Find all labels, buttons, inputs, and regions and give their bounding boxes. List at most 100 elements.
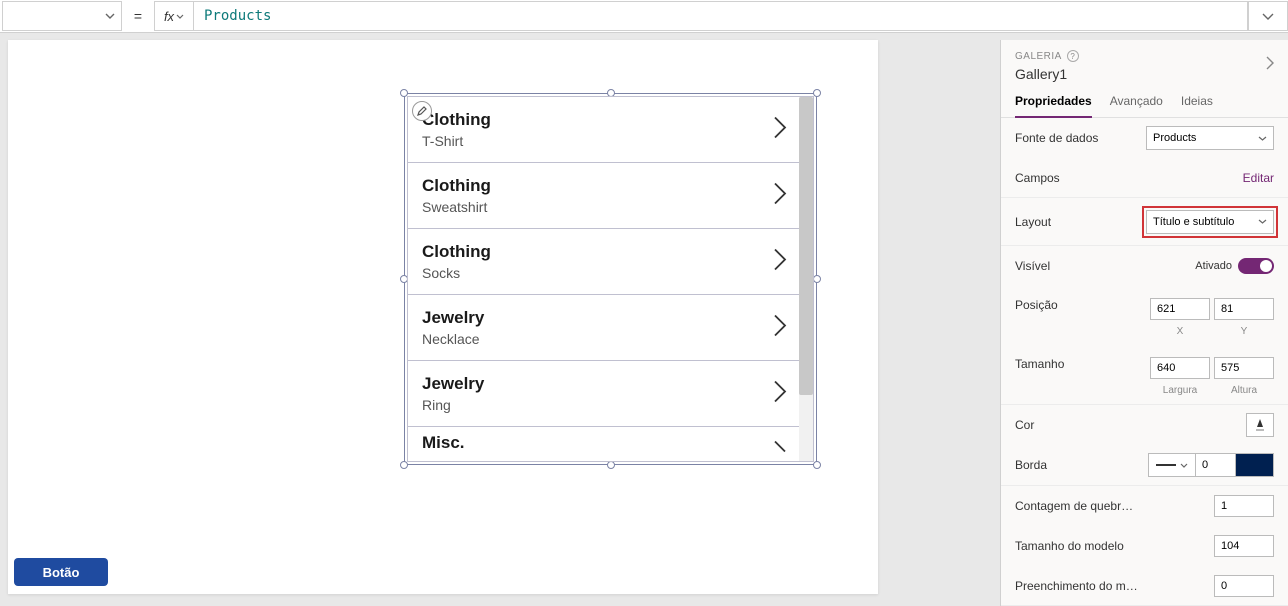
property-dropdown[interactable] xyxy=(2,1,122,31)
gallery-item-subtitle: T-Shirt xyxy=(422,133,785,149)
color-label: Cor xyxy=(1015,418,1246,432)
row-border: Borda xyxy=(1001,445,1288,486)
y-label: Y xyxy=(1214,326,1274,337)
gallery-item-title: Clothing xyxy=(422,110,785,130)
tab-properties[interactable]: Propriedades xyxy=(1015,94,1092,118)
formula-expand-button[interactable] xyxy=(1248,1,1288,31)
tab-ideas[interactable]: Ideias xyxy=(1181,94,1213,117)
gallery-item-subtitle: Necklace xyxy=(422,331,785,347)
template-padding-label: Preenchimento do m… xyxy=(1015,579,1214,593)
equals-sign: = xyxy=(122,8,154,24)
gallery-item-title: Jewelry xyxy=(422,308,785,328)
row-size: Tamanho Largura Altura xyxy=(1001,345,1288,405)
size-height-input[interactable] xyxy=(1214,357,1274,379)
tab-advanced[interactable]: Avançado xyxy=(1110,94,1163,117)
chevron-right-icon[interactable] xyxy=(773,115,787,144)
border-width-input[interactable] xyxy=(1196,453,1236,477)
resize-handle[interactable] xyxy=(400,461,408,469)
layout-label: Layout xyxy=(1015,215,1146,229)
visible-state: Ativado xyxy=(1195,260,1232,272)
panel-body: Fonte de dados Products Campos Editar La… xyxy=(1001,118,1288,606)
gallery-selection[interactable]: Clothing T-Shirt Clothing Sweatshirt Clo… xyxy=(404,93,817,465)
scrollbar[interactable] xyxy=(799,97,813,461)
chevron-down-icon xyxy=(1258,136,1267,141)
canvas[interactable]: Clothing T-Shirt Clothing Sweatshirt Clo… xyxy=(8,40,878,594)
chevron-down-icon xyxy=(1258,219,1267,224)
chevron-right-icon[interactable] xyxy=(773,181,787,210)
size-width-input[interactable] xyxy=(1150,357,1210,379)
position-label: Posição xyxy=(1015,298,1150,312)
fx-button[interactable]: fx xyxy=(154,1,194,31)
gallery-item[interactable]: Clothing Socks xyxy=(408,229,799,295)
resize-handle[interactable] xyxy=(607,461,615,469)
panel-header: GALERIA ? Gallery1 xyxy=(1001,40,1288,86)
position-y-input[interactable] xyxy=(1214,298,1274,320)
visible-toggle[interactable] xyxy=(1238,258,1274,274)
panel-tabs: Propriedades Avançado Ideias xyxy=(1001,86,1288,118)
border-color-swatch[interactable] xyxy=(1236,453,1274,477)
datasource-dropdown[interactable]: Products xyxy=(1146,126,1274,150)
help-icon[interactable]: ? xyxy=(1067,50,1079,62)
chevron-down-icon xyxy=(176,14,184,19)
breadcrumb: GALERIA ? xyxy=(1015,50,1274,62)
template-size-input[interactable] xyxy=(1214,535,1274,557)
gallery-item-title: Clothing xyxy=(422,176,785,196)
control-name: Gallery1 xyxy=(1015,66,1274,82)
button-control[interactable]: Botão xyxy=(14,558,108,586)
gallery-item-subtitle: Ring xyxy=(422,397,785,413)
chevron-right-icon[interactable] xyxy=(773,313,787,342)
row-position: Posição X Y xyxy=(1001,286,1288,345)
gallery-item[interactable]: Jewelry Ring xyxy=(408,361,799,427)
border-label: Borda xyxy=(1015,458,1148,472)
gallery-item[interactable]: Jewelry Necklace xyxy=(408,295,799,361)
gallery-item-subtitle: Socks xyxy=(422,265,785,281)
template-size-label: Tamanho do modelo xyxy=(1015,539,1214,553)
chevron-right-icon[interactable] xyxy=(1266,56,1274,75)
chevron-down-icon xyxy=(105,13,115,19)
gallery-item-title: Jewelry xyxy=(422,374,785,394)
edit-template-icon[interactable] xyxy=(412,101,432,121)
height-label: Altura xyxy=(1214,385,1274,396)
row-wrap-count: Contagem de quebr… xyxy=(1001,486,1288,526)
chevron-down-icon xyxy=(1180,463,1188,468)
resize-handle[interactable] xyxy=(813,89,821,97)
formula-bar: = fx xyxy=(0,0,1288,33)
row-fields: Campos Editar xyxy=(1001,158,1288,198)
gallery-item-title: Clothing xyxy=(422,242,785,262)
properties-panel: GALERIA ? Gallery1 Propriedades Avançado… xyxy=(1000,40,1288,606)
row-template-padding: Preenchimento do m… xyxy=(1001,566,1288,606)
x-label: X xyxy=(1150,326,1210,337)
template-padding-input[interactable] xyxy=(1214,575,1274,597)
layout-dropdown[interactable]: Título e subtítulo xyxy=(1146,210,1274,234)
chevron-right-icon[interactable] xyxy=(773,440,787,459)
position-x-input[interactable] xyxy=(1150,298,1210,320)
width-label: Largura xyxy=(1150,385,1210,396)
row-color: Cor xyxy=(1001,405,1288,445)
scrollbar-thumb[interactable] xyxy=(799,97,813,395)
formula-input[interactable] xyxy=(194,1,1248,31)
gallery-control[interactable]: Clothing T-Shirt Clothing Sweatshirt Clo… xyxy=(407,96,814,462)
gallery-item[interactable]: Misc. xyxy=(408,427,799,462)
gallery-item[interactable]: Clothing T-Shirt xyxy=(408,97,799,163)
wrap-count-label: Contagem de quebr… xyxy=(1015,499,1214,513)
row-template-size: Tamanho do modelo xyxy=(1001,526,1288,566)
chevron-right-icon[interactable] xyxy=(773,379,787,408)
wrap-count-input[interactable] xyxy=(1214,495,1274,517)
row-visible: Visível Ativado xyxy=(1001,246,1288,286)
chevron-right-icon[interactable] xyxy=(773,247,787,276)
visible-label: Visível xyxy=(1015,259,1195,273)
fields-label: Campos xyxy=(1015,171,1243,185)
resize-handle[interactable] xyxy=(813,275,821,283)
gallery-item-title: Misc. xyxy=(422,433,785,453)
chevron-down-icon xyxy=(1262,13,1274,20)
border-style-dropdown[interactable] xyxy=(1148,453,1196,477)
row-datasource: Fonte de dados Products xyxy=(1001,118,1288,158)
size-label: Tamanho xyxy=(1015,357,1150,371)
fields-edit-link[interactable]: Editar xyxy=(1243,171,1274,185)
datasource-label: Fonte de dados xyxy=(1015,131,1146,145)
gallery-item-subtitle: Sweatshirt xyxy=(422,199,785,215)
resize-handle[interactable] xyxy=(813,461,821,469)
color-picker-button[interactable] xyxy=(1246,413,1274,437)
row-layout: Layout Título e subtítulo xyxy=(1001,198,1288,246)
gallery-item[interactable]: Clothing Sweatshirt xyxy=(408,163,799,229)
